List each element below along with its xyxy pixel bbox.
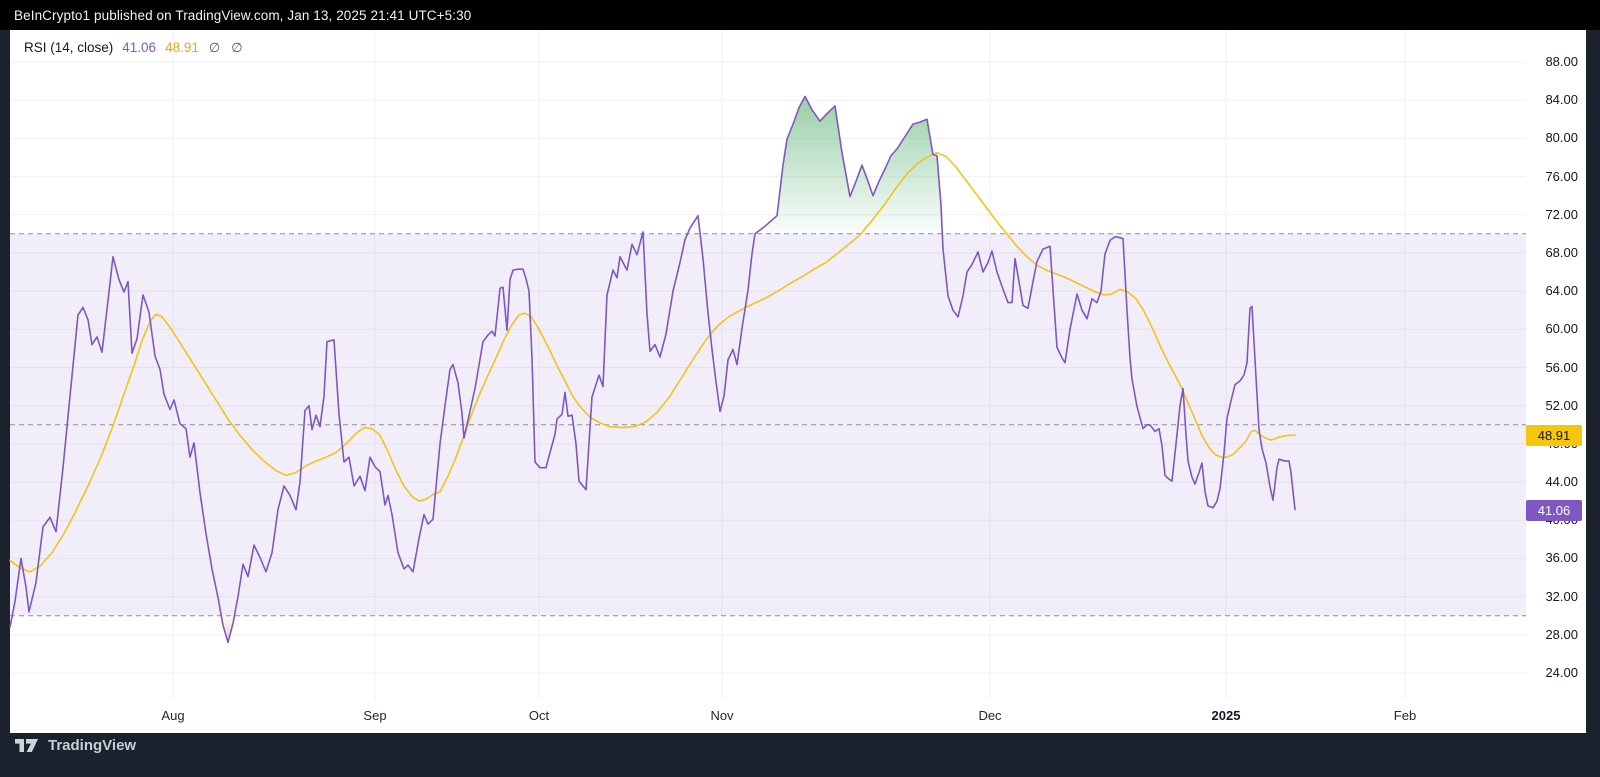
legend-ma-value: 48.91 [165,40,199,55]
tradingview-logo[interactable]: TradingView [14,735,136,755]
y-axis-label: 24.00 [1545,665,1578,680]
x-axis-label: Aug [161,708,185,723]
rsi-chart-canvas[interactable] [0,0,1600,777]
y-axis-label: 88.00 [1545,54,1578,69]
x-axis-label: Dec [978,708,1002,723]
y-axis-label: 60.00 [1545,321,1578,337]
tradingview-logo-text: TradingView [48,736,137,754]
hidden-source-icon[interactable]: ∅ [208,39,221,57]
y-axis-label: 76.00 [1545,168,1578,184]
y-axis-label: 52.00 [1545,397,1578,413]
attribution-bar: BeInCrypto1 published on TradingView.com… [0,0,1600,30]
tradingview-mark-icon [15,739,38,752]
y-axis-label: 64.00 [1545,283,1578,299]
legend-rsi-value: 41.06 [122,40,157,55]
x-axis-label: Feb [1393,708,1417,723]
y-axis-label: 84.00 [1545,92,1578,108]
hidden-source-icon[interactable]: ∅ [230,39,243,57]
y-axis-label: 80.00 [1545,130,1578,146]
x-axis-label: Sep [363,708,387,723]
y-axis-label: 36.00 [1545,550,1578,566]
tradingview-snapshot: BeInCrypto1 published on TradingView.com… [0,0,1600,777]
y-axis-label: 72.00 [1545,206,1578,222]
y-axis-label: 28.00 [1545,626,1578,642]
indicator-legend: RSI (14, close) 41.06 48.91 ∅ ∅ [24,39,244,57]
price-badge-rsi: 41.06 [1526,499,1582,521]
x-axis-label: Oct [528,708,550,723]
price-badge-ma: 48.91 [1526,424,1582,446]
attribution-text: BeInCrypto1 published on TradingView.com… [14,7,472,23]
y-axis-label: 68.00 [1545,244,1578,260]
legend-title: RSI (14, close) [24,40,114,55]
y-axis-label: 44.00 [1545,474,1578,490]
y-axis-label: 56.00 [1545,359,1578,375]
x-axis-label: 2025 [1211,708,1241,723]
x-axis-label: Nov [710,708,734,723]
y-axis-label: 32.00 [1545,588,1578,604]
